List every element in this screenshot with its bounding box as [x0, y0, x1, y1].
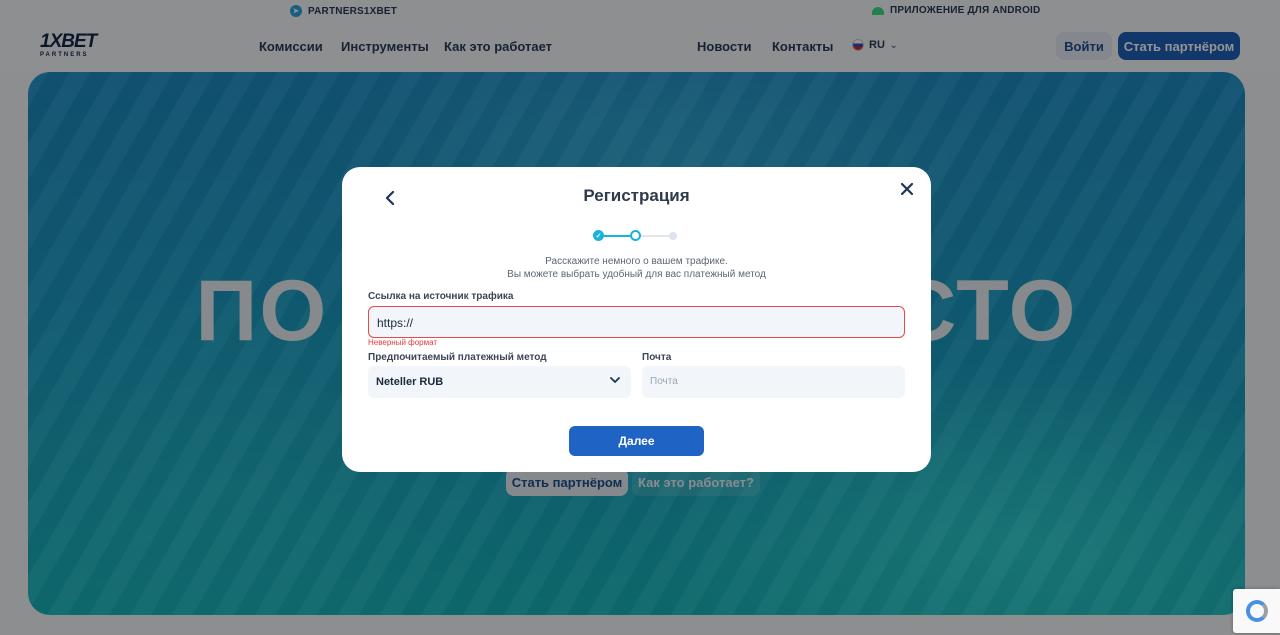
- registration-modal: Регистрация ✓ Расскажите немного о вашем…: [342, 167, 931, 472]
- stepper-line-done: [602, 235, 632, 237]
- payment-method-label: Предпочитаемый платежный метод: [368, 352, 547, 363]
- step-3-indicator: [669, 232, 677, 240]
- step-1-check-icon: ✓: [593, 230, 604, 241]
- modal-title: Регистрация: [583, 186, 690, 205]
- modal-subtitle: Расскажите немного о вашем трафике. Вы м…: [342, 255, 931, 281]
- email-input[interactable]: Почта: [642, 366, 905, 398]
- email-label: Почта: [642, 352, 672, 363]
- traffic-source-error: Неверный формат: [368, 338, 438, 347]
- payment-method-select[interactable]: Neteller RUB: [368, 366, 631, 398]
- recaptcha-icon: [1245, 600, 1268, 622]
- chevron-down-icon: [610, 377, 620, 383]
- step-2-indicator: [630, 230, 641, 241]
- traffic-source-input[interactable]: https://: [368, 306, 905, 338]
- subtitle-line-2: Вы можете выбрать удобный для вас платеж…: [507, 269, 766, 280]
- subtitle-line-1: Расскажите немного о вашем трафике.: [545, 256, 728, 267]
- traffic-source-label: Ссылка на источник трафика: [368, 291, 514, 302]
- next-button[interactable]: Далее: [569, 426, 704, 456]
- stepper-line-todo: [640, 235, 670, 237]
- recaptcha-badge[interactable]: [1233, 589, 1280, 633]
- progress-stepper: ✓: [593, 230, 679, 242]
- payment-method-value: Neteller RUB: [376, 376, 444, 388]
